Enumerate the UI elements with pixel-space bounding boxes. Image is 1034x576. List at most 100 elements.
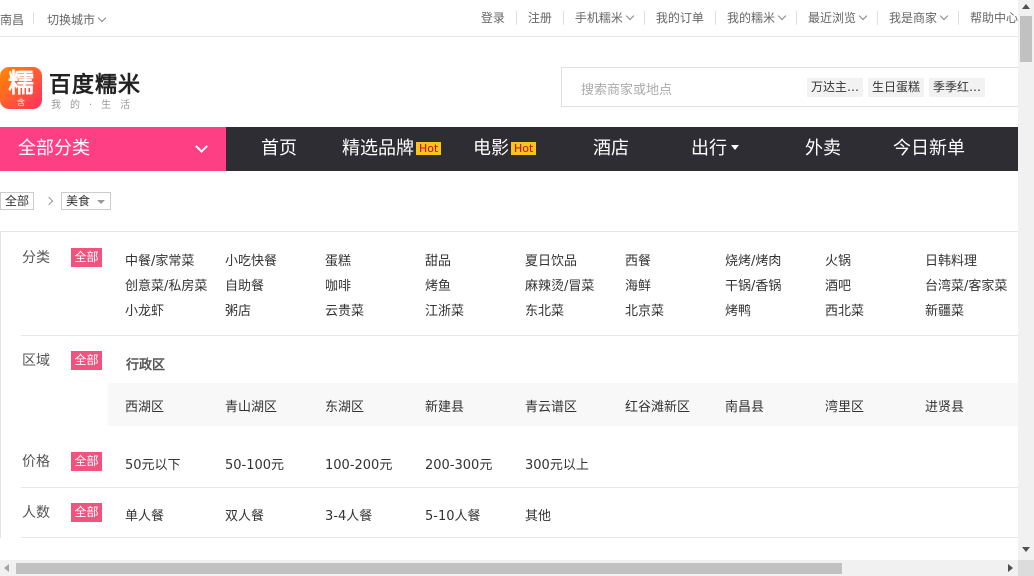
scroll-right-icon[interactable]: [1008, 564, 1013, 572]
chevron-right-icon: [44, 196, 54, 206]
people-option[interactable]: 其他: [525, 505, 551, 524]
mobile-nuomi-menu[interactable]: 手机糯米: [564, 11, 645, 25]
merchant-menu[interactable]: 我是商家: [878, 11, 959, 25]
category-option[interactable]: 台湾菜/客家菜: [925, 275, 1007, 294]
category-option[interactable]: 小龙虾: [125, 300, 164, 319]
horizontal-scroll-thumb[interactable]: [16, 563, 842, 574]
category-option[interactable]: 烧烤/烤肉: [725, 250, 781, 269]
logo-icon[interactable]: 糯 含: [0, 67, 42, 109]
chevron-down-icon: [858, 11, 868, 21]
my-orders-link[interactable]: 我的订单: [645, 11, 716, 25]
category-option[interactable]: 云贵菜: [325, 300, 364, 319]
recent-browse-menu[interactable]: 最近浏览: [797, 11, 878, 25]
caret-down-icon: [731, 145, 739, 150]
nav-movies[interactable]: 电影 Hot: [473, 127, 537, 171]
vertical-scroll-thumb[interactable]: [1020, 16, 1032, 62]
price-option[interactable]: 100-200元: [325, 454, 392, 473]
nav-travel[interactable]: 出行: [691, 127, 739, 171]
district-option[interactable]: 进贤县: [925, 396, 964, 415]
top-links: 登录 注册 手机糯米 我的订单 我的糯米 最近浏览 我是商家 帮助中心: [470, 11, 1018, 25]
all-categories-button[interactable]: 全部分类: [0, 127, 226, 171]
help-center-link[interactable]: 帮助中心: [959, 11, 1018, 25]
nav-hotel[interactable]: 酒店: [593, 127, 629, 171]
district-option[interactable]: 青云谱区: [525, 396, 577, 415]
scroll-up-icon[interactable]: [1022, 4, 1030, 9]
category-option[interactable]: 甜品: [425, 250, 451, 269]
category-option[interactable]: 酒吧: [825, 275, 851, 294]
category-option[interactable]: 咖啡: [325, 275, 351, 294]
people-all-badge[interactable]: 全部: [71, 503, 102, 522]
category-option[interactable]: 干锅/香锅: [725, 275, 781, 294]
hot-tag[interactable]: 生日蛋糕: [868, 78, 925, 97]
price-option[interactable]: 200-300元: [425, 454, 492, 473]
logo-name[interactable]: 百度糯米: [49, 67, 141, 99]
category-option[interactable]: 中餐/家常菜: [125, 250, 194, 269]
district-option[interactable]: 新建县: [425, 396, 464, 415]
search-input[interactable]: 搜索商家或地点: [581, 79, 672, 98]
scroll-down-icon[interactable]: [1022, 547, 1030, 552]
category-option[interactable]: 火锅: [825, 250, 851, 269]
people-option[interactable]: 双人餐: [225, 505, 264, 524]
people-option[interactable]: 5-10人餐: [425, 505, 481, 524]
nav-brands-label: 精选品牌: [342, 138, 414, 159]
divider: [33, 12, 34, 24]
people-option[interactable]: 单人餐: [125, 505, 164, 524]
search-box[interactable]: 搜索商家或地点 万达主… 生日蛋糕 季季红…: [561, 67, 1018, 107]
category-option[interactable]: 小吃快餐: [225, 250, 277, 269]
filter-label-category: 分类: [22, 250, 50, 266]
category-option[interactable]: 西餐: [625, 250, 651, 269]
nav-travel-label: 出行: [691, 138, 727, 159]
category-option[interactable]: 新疆菜: [925, 300, 964, 319]
district-option[interactable]: 东湖区: [325, 396, 364, 415]
category-option[interactable]: 日韩料理: [925, 250, 977, 269]
price-all-badge[interactable]: 全部: [71, 452, 102, 471]
price-option[interactable]: 50-100元: [225, 454, 284, 473]
category-option[interactable]: 蛋糕: [325, 250, 351, 269]
top-bar: 南昌 切换城市 登录 注册 手机糯米 我的订单 我的糯米 最近浏览 我是商家 帮…: [0, 0, 1018, 37]
category-option[interactable]: 烤鸭: [725, 300, 751, 319]
nav-new-today[interactable]: 今日新单: [893, 127, 965, 171]
nav-takeout[interactable]: 外卖: [805, 127, 841, 171]
district-option[interactable]: 西湖区: [125, 396, 164, 415]
category-option[interactable]: 江浙菜: [425, 300, 464, 319]
category-option[interactable]: 麻辣烫/冒菜: [525, 275, 594, 294]
category-option[interactable]: 烤鱼: [425, 275, 451, 294]
category-option[interactable]: 夏日饮品: [525, 250, 577, 269]
divider: [21, 487, 1018, 488]
category-option[interactable]: 东北菜: [525, 300, 564, 319]
nav-brands[interactable]: 精选品牌 Hot: [342, 127, 442, 171]
breadcrumb-all[interactable]: 全部: [0, 192, 35, 210]
merchant-label: 我是商家: [888, 11, 937, 25]
category-option[interactable]: 海鲜: [625, 275, 651, 294]
category-option[interactable]: 北京菜: [625, 300, 664, 319]
district-option[interactable]: 南昌县: [725, 396, 764, 415]
chevron-down-icon: [777, 11, 787, 21]
nav-movies-label: 电影: [473, 138, 509, 159]
register-link[interactable]: 注册: [517, 11, 564, 25]
area-all-badge[interactable]: 全部: [71, 351, 102, 370]
vertical-scrollbar[interactable]: [1018, 0, 1034, 560]
area-subhead[interactable]: 行政区: [126, 354, 165, 373]
filter-label-area: 区域: [22, 353, 50, 369]
district-option[interactable]: 红谷滩新区: [625, 396, 690, 415]
breadcrumb-category-select[interactable]: 美食: [61, 192, 112, 210]
switch-city-link[interactable]: 切换城市: [47, 11, 107, 28]
logo-glyph: 糯: [7, 69, 34, 99]
price-option[interactable]: 300元以上: [525, 454, 589, 473]
district-option[interactable]: 青山湖区: [225, 396, 277, 415]
hot-tag[interactable]: 万达主…: [807, 78, 864, 97]
category-all-badge[interactable]: 全部: [71, 248, 102, 267]
category-option[interactable]: 粥店: [225, 300, 251, 319]
district-option[interactable]: 湾里区: [825, 396, 864, 415]
current-city: 南昌: [0, 13, 25, 27]
category-option[interactable]: 西北菜: [825, 300, 864, 319]
price-option[interactable]: 50元以下: [125, 454, 181, 473]
login-link[interactable]: 登录: [470, 11, 517, 25]
category-option[interactable]: 创意菜/私房菜: [125, 275, 207, 294]
hot-tag[interactable]: 季季红…: [929, 78, 986, 97]
my-nuomi-menu[interactable]: 我的糯米: [716, 11, 797, 25]
scroll-left-icon[interactable]: [4, 564, 9, 572]
nav-home[interactable]: 首页: [261, 127, 297, 171]
category-option[interactable]: 自助餐: [225, 275, 264, 294]
people-option[interactable]: 3-4人餐: [325, 505, 372, 524]
